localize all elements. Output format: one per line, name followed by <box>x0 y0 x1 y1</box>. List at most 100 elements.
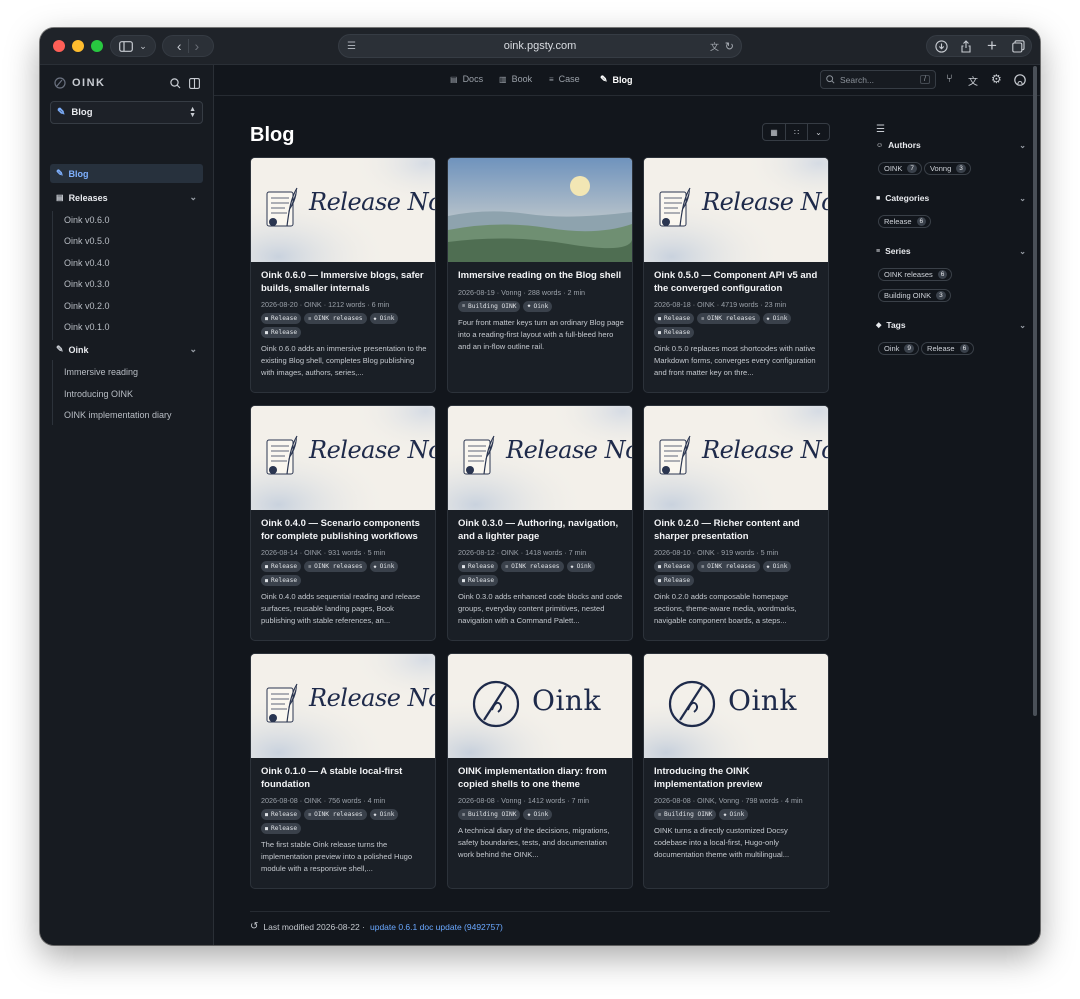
post-card[interactable]: Release Note Oink 0.4.0 — Scenario compon… <box>250 405 436 641</box>
scrollbar[interactable] <box>1033 66 1037 716</box>
post-title[interactable]: Oink 0.6.0 — Immersive blogs, safer buil… <box>261 270 427 295</box>
share-icon[interactable] <box>956 36 976 56</box>
taxonomy-section-header[interactable]: ■ Categories ⌄ <box>876 191 1026 205</box>
git-branch-icon[interactable]: ⑂ <box>946 73 953 85</box>
post-title[interactable]: OINK implementation diary: from copied s… <box>458 766 624 791</box>
section-select[interactable]: ✎ Blog ▲ ▼ <box>50 101 203 124</box>
post-card[interactable]: Release Note Oink 0.3.0 — Authoring, navi… <box>447 405 633 641</box>
post-card[interactable]: Immersive reading on the Blog shell 2026-… <box>447 157 633 393</box>
post-thumbnail[interactable]: Release Note <box>448 406 632 510</box>
sidebar-item-oink-v040[interactable]: Oink v0.4.0 <box>50 253 203 272</box>
menu-icon[interactable]: ☰ <box>876 124 1026 136</box>
sidebar-group-releases[interactable]: ▤ Releases ⌄ <box>50 188 203 207</box>
maximize-window-button[interactable] <box>91 40 103 52</box>
sidebar-item-oink-v060[interactable]: Oink v0.6.0 <box>50 210 203 229</box>
post-tag[interactable]: ■ Release <box>261 313 302 324</box>
minimize-window-button[interactable] <box>72 40 84 52</box>
post-tag[interactable]: ≡ OINK releases <box>697 313 760 324</box>
post-tag[interactable]: ≡ OINK releases <box>697 561 760 572</box>
reload-icon[interactable]: ↻ <box>725 40 734 53</box>
post-thumbnail[interactable]: Release Note <box>644 158 828 262</box>
post-title[interactable]: Oink 0.3.0 — Authoring, navigation, and … <box>458 518 624 543</box>
translate-icon[interactable]: 文 <box>710 40 719 53</box>
post-card[interactable]: Release Note Oink 0.1.0 — A stable local-… <box>250 653 436 889</box>
post-tag[interactable]: ◆ Oink <box>566 561 596 572</box>
nav-link-case[interactable]: ≡ Case <box>549 74 580 84</box>
theme-settings-icon[interactable]: ⚙ <box>991 72 1002 86</box>
search-icon[interactable] <box>170 76 181 94</box>
post-tag[interactable]: ■ Release <box>458 561 499 572</box>
close-window-button[interactable] <box>53 40 65 52</box>
post-tag[interactable]: ■ Release <box>261 823 302 834</box>
post-tag[interactable]: ≡ Building OINK <box>458 809 521 820</box>
post-title[interactable]: Introducing the OINK implementation prev… <box>654 766 820 791</box>
post-tag[interactable]: ■ Release <box>654 575 695 586</box>
post-tag[interactable]: ≡ OINK releases <box>304 561 367 572</box>
post-title[interactable]: Oink 0.2.0 — Richer content and sharper … <box>654 518 820 543</box>
post-tag[interactable]: ◆ Oink <box>369 809 399 820</box>
post-tag[interactable]: ◆ Oink <box>369 561 399 572</box>
post-card[interactable]: Oink Introducing the OINK implementation … <box>643 653 829 889</box>
sidebar-item-blog[interactable]: ✎ Blog <box>50 164 203 183</box>
tabs-overview-icon[interactable] <box>1008 36 1028 56</box>
taxonomy-pill[interactable]: Vonng 3 <box>923 162 971 175</box>
post-tag[interactable]: ◆ Oink <box>369 313 399 324</box>
taxonomy-pill[interactable]: OINK 7 <box>878 162 922 175</box>
post-tag[interactable]: ■ Release <box>261 809 302 820</box>
post-tag[interactable]: ◆ Oink <box>762 313 792 324</box>
post-tag[interactable]: ■ Release <box>654 327 695 338</box>
post-card[interactable]: Release Note Oink 0.2.0 — Richer content … <box>643 405 829 641</box>
taxonomy-pill[interactable]: OINK releases 6 <box>878 268 953 281</box>
forward-icon[interactable]: › <box>195 38 200 54</box>
sidebar-item-oink-v050[interactable]: Oink v0.5.0 <box>50 231 203 250</box>
post-tag[interactable]: ≡ OINK releases <box>304 809 367 820</box>
post-title[interactable]: Oink 0.1.0 — A stable local-first founda… <box>261 766 427 791</box>
post-title[interactable]: Oink 0.5.0 — Component API v5 and the co… <box>654 270 820 295</box>
post-thumbnail[interactable]: Release Note <box>251 158 435 262</box>
nav-link-blog[interactable]: ✎ Blog <box>600 74 633 85</box>
post-tag[interactable]: ◆ Oink <box>762 561 792 572</box>
nav-link-book[interactable]: ▥ Book <box>499 74 532 84</box>
sidebar-item-oink-v030[interactable]: Oink v0.3.0 <box>50 274 203 293</box>
post-thumbnail[interactable]: Release Note <box>251 406 435 510</box>
post-thumbnail[interactable] <box>448 158 632 262</box>
page-menu-icon[interactable]: ☰ <box>347 41 356 52</box>
post-tag[interactable]: ■ Release <box>458 575 499 586</box>
post-thumbnail[interactable]: Release Note <box>644 406 828 510</box>
sidebar-item-immersive-reading[interactable]: Immersive reading <box>50 362 203 381</box>
collapse-sidebar-icon[interactable] <box>189 76 200 94</box>
taxonomy-pill[interactable]: Building OINK 3 <box>878 289 951 302</box>
post-tag[interactable]: ■ Release <box>261 575 302 586</box>
post-tag[interactable]: ■ Release <box>261 327 302 338</box>
chevron-down-icon[interactable]: ⌄ <box>807 124 829 140</box>
taxonomy-pill[interactable]: Oink 9 <box>878 342 920 355</box>
commit-link[interactable]: update 0.6.1 doc update (9492757) <box>370 922 503 932</box>
sidebar-item-introducing-oink[interactable]: Introducing OINK <box>50 384 203 403</box>
post-tag[interactable]: ◆ Oink <box>523 300 553 312</box>
sidebar-item-oink-v020[interactable]: Oink v0.2.0 <box>50 296 203 315</box>
post-card[interactable]: Oink OINK implementation diary: from copi… <box>447 653 633 889</box>
post-tag[interactable]: ≡ OINK releases <box>304 313 367 324</box>
post-title[interactable]: Oink 0.4.0 — Scenario components for com… <box>261 518 427 543</box>
post-title[interactable]: Immersive reading on the Blog shell <box>458 270 624 283</box>
back-icon[interactable]: ‹ <box>177 38 182 54</box>
new-tab-icon[interactable]: + <box>982 36 1002 56</box>
site-brand[interactable]: OINK <box>54 77 106 89</box>
post-tag[interactable]: ◆ Oink <box>523 809 553 820</box>
taxonomy-section-header[interactable]: ≡ Series ⌄ <box>876 244 1026 258</box>
post-tag[interactable]: ≡ Building OINK <box>458 300 521 312</box>
language-icon[interactable]: 文 <box>968 73 978 88</box>
rss-icon[interactable]: ∷ <box>785 124 807 140</box>
post-thumbnail[interactable]: Oink <box>644 654 828 758</box>
taxonomy-pill[interactable]: Release 6 <box>878 215 932 228</box>
search-input[interactable]: Search... / <box>820 70 936 89</box>
address-bar[interactable]: ☰ oink.pgsty.com 文 ↻ <box>338 34 742 58</box>
post-card[interactable]: Release Note Oink 0.5.0 — Component API v… <box>643 157 829 393</box>
github-icon[interactable] <box>1014 73 1026 91</box>
taxonomy-section-header[interactable]: ☺ Authors ⌄ <box>876 138 1026 152</box>
post-tag[interactable]: ≡ Building OINK <box>654 809 717 820</box>
taxonomy-section-header[interactable]: ◆ Tags ⌄ <box>876 318 1026 332</box>
post-tag[interactable]: ◆ Oink <box>719 809 749 820</box>
download-icon[interactable] <box>931 36 951 56</box>
sidebar-group-oink[interactable]: ✎ Oink ⌄ <box>50 340 203 359</box>
